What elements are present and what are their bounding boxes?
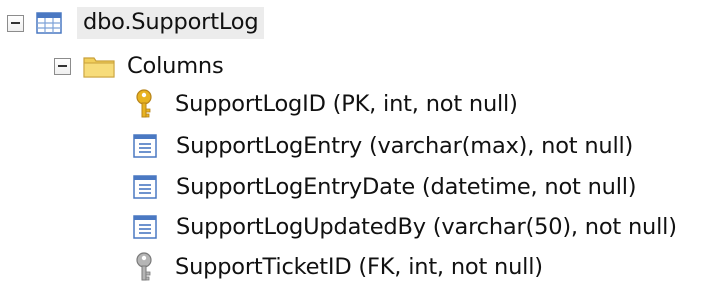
- column-label[interactable]: SupportTicketID (FK, int, not null): [175, 254, 543, 280]
- collapse-toggle-columns[interactable]: [54, 57, 71, 75]
- column-label[interactable]: SupportLogUpdatedBy (varchar(50), not nu…: [176, 214, 677, 240]
- collapse-toggle-table[interactable]: [7, 14, 24, 32]
- tree-node-column[interactable]: SupportTicketID (FK, int, not null): [133, 245, 543, 289]
- object-explorer-tree: dbo.SupportLog Columns SupportLogID (PK,…: [0, 0, 715, 287]
- tree-node-column[interactable]: SupportLogEntry (varchar(max), not null): [133, 124, 633, 168]
- column-icon: [133, 175, 157, 199]
- column-label[interactable]: SupportLogEntryDate (datetime, not null): [176, 174, 637, 200]
- tree-node-column[interactable]: SupportLogEntryDate (datetime, not null): [133, 165, 637, 209]
- foreign-key-icon: [133, 252, 155, 282]
- columns-folder-label[interactable]: Columns: [127, 53, 224, 79]
- column-icon: [133, 134, 157, 158]
- tree-node-table[interactable]: dbo.SupportLog: [7, 1, 265, 45]
- primary-key-icon: [133, 89, 155, 119]
- folder-icon: [83, 54, 115, 78]
- column-icon: [133, 215, 157, 239]
- column-label[interactable]: SupportLogEntry (varchar(max), not null): [176, 133, 633, 159]
- table-label[interactable]: dbo.SupportLog: [77, 7, 265, 39]
- column-label[interactable]: SupportLogID (PK, int, not null): [175, 91, 518, 117]
- tree-node-column[interactable]: SupportLogID (PK, int, not null): [133, 82, 518, 126]
- tree-node-column[interactable]: SupportLogUpdatedBy (varchar(50), not nu…: [133, 205, 677, 249]
- table-icon: [36, 12, 62, 34]
